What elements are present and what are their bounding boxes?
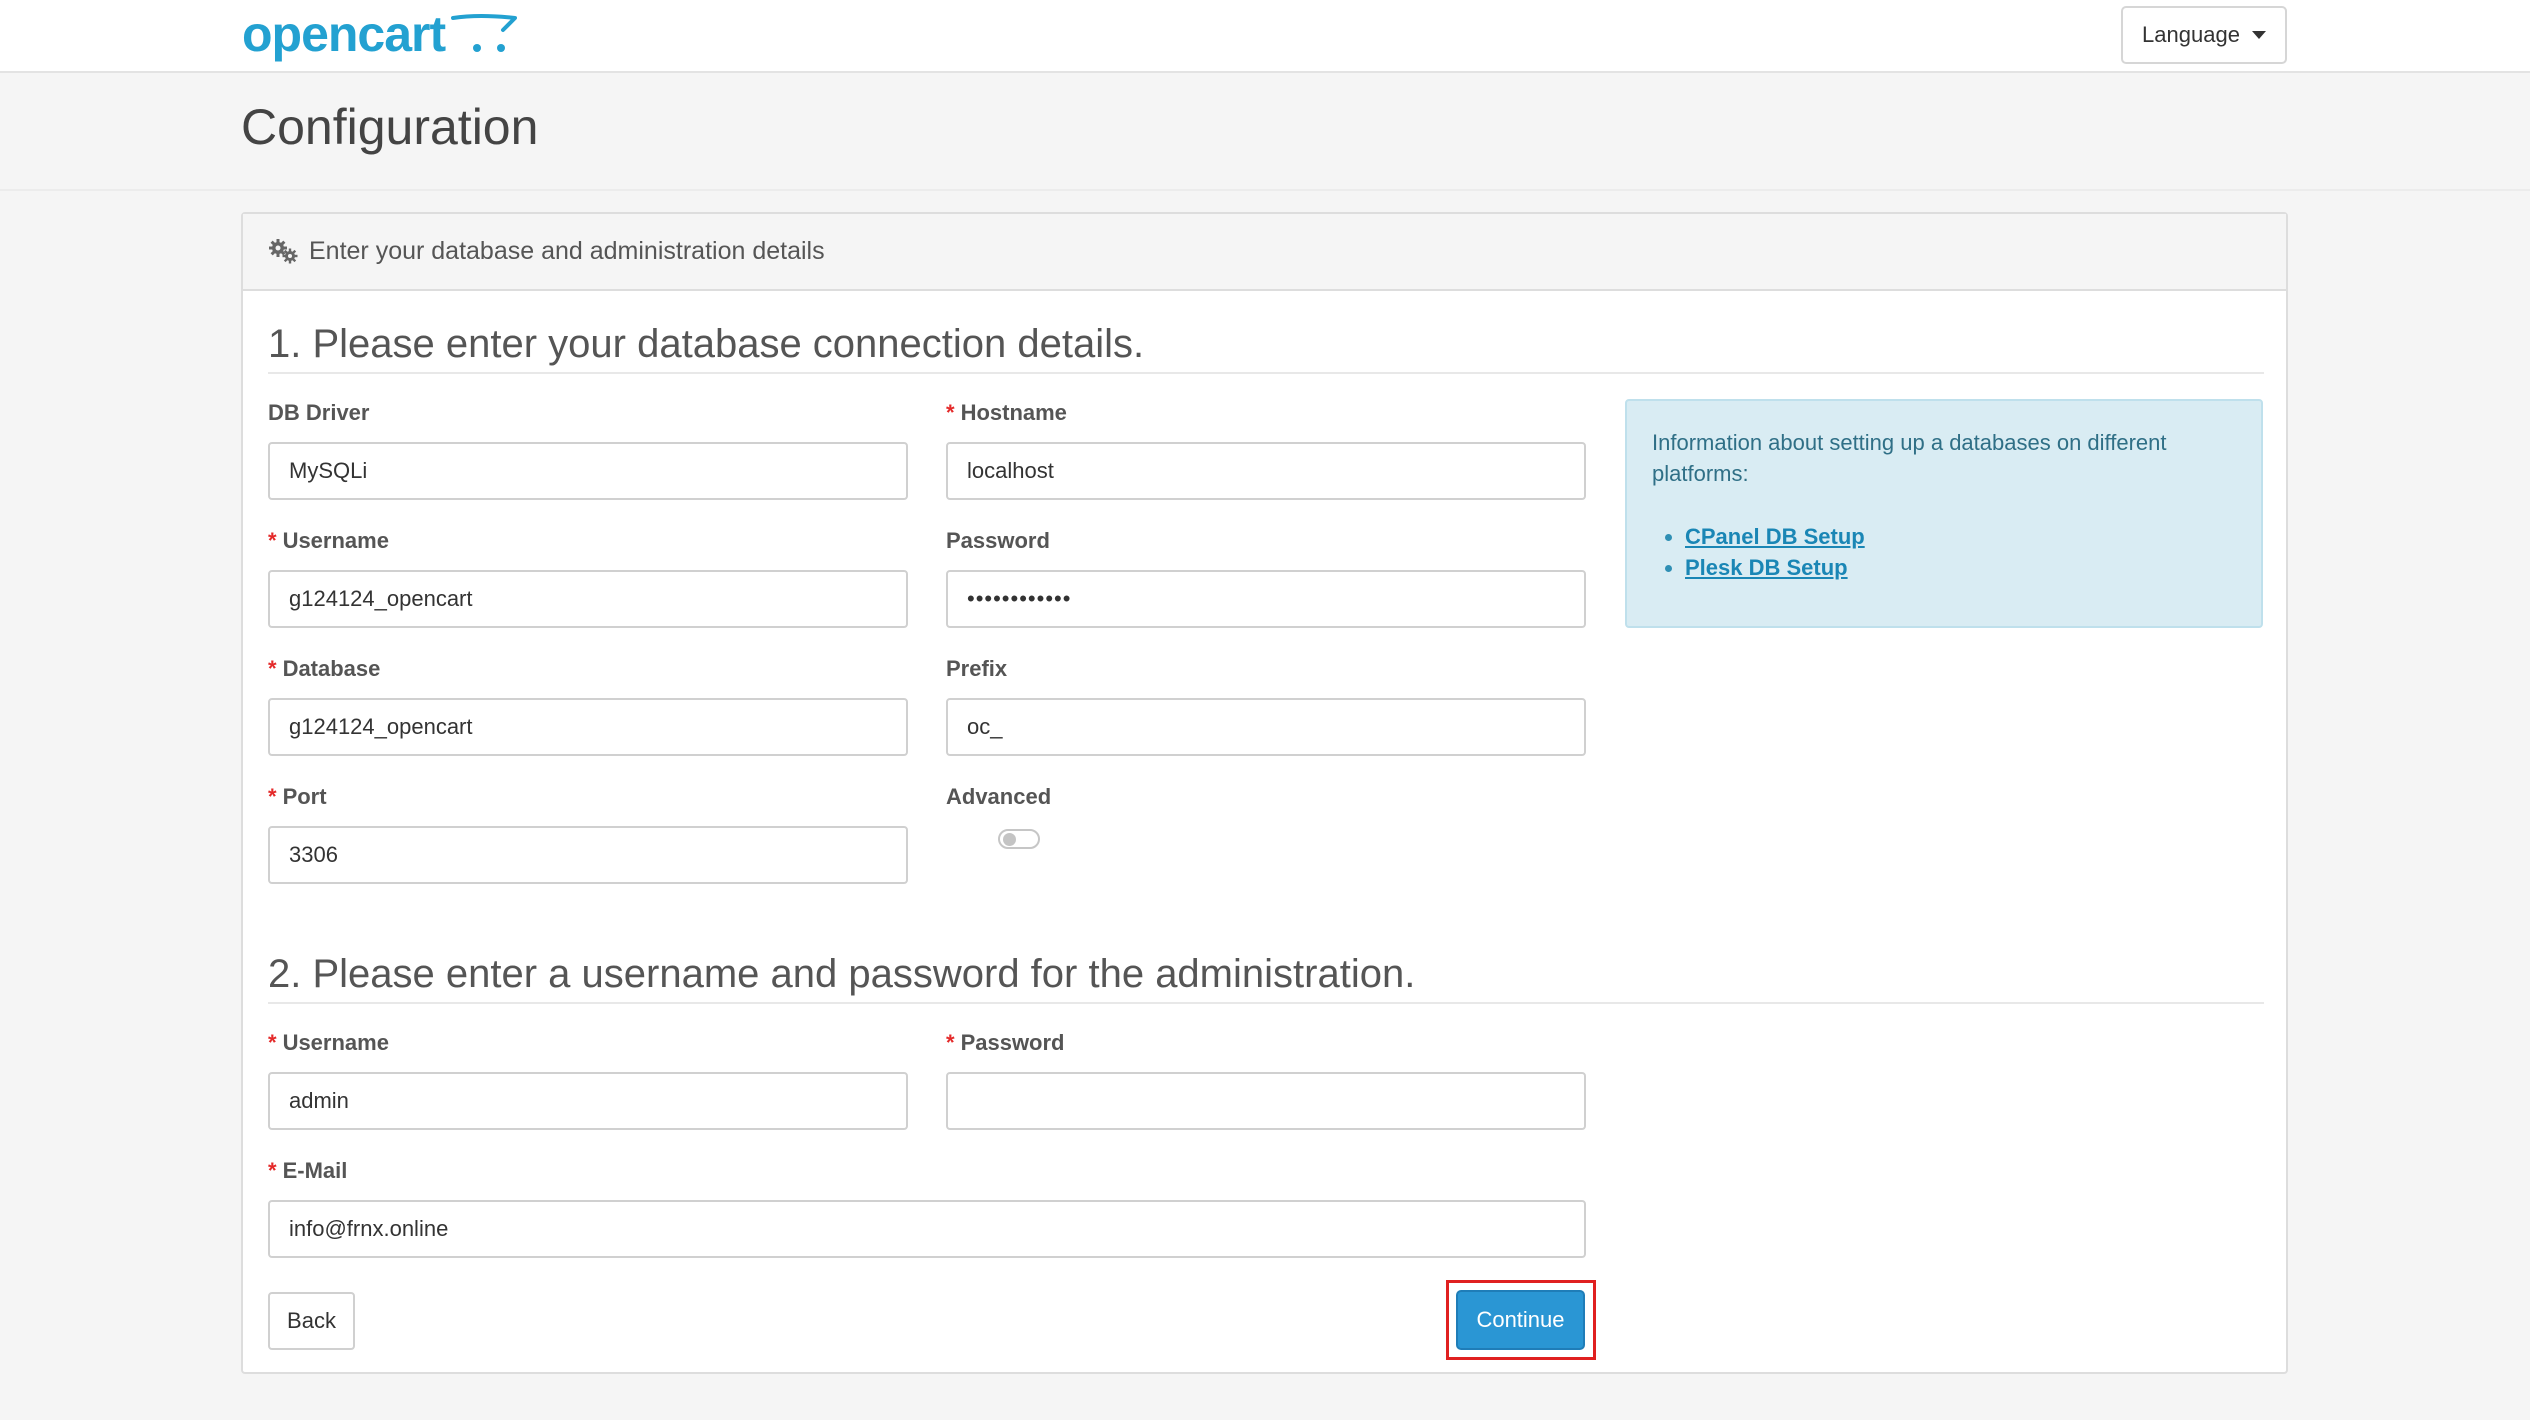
gears-icon [269, 238, 298, 263]
db-username-input[interactable]: g124124_opencart [268, 570, 908, 628]
required-marker: * [268, 784, 277, 809]
page-header: Configuration [0, 73, 2530, 191]
required-marker: * [268, 528, 277, 553]
db-driver-label: DB Driver [268, 400, 370, 425]
hostname-label: * Hostname [946, 400, 1067, 425]
db-driver-select[interactable]: MySQLi [268, 442, 908, 500]
panel-heading: Enter your database and administration d… [243, 214, 2286, 291]
top-navbar: opencart Language [0, 0, 2530, 73]
admin-password-input[interactable] [946, 1072, 1586, 1130]
list-item: CPanel DB Setup [1665, 521, 1865, 552]
port-label: * Port [268, 784, 327, 809]
cpanel-db-setup-link[interactable]: CPanel DB Setup [1685, 524, 1865, 549]
caret-down-icon [2251, 31, 2266, 39]
prefix-input[interactable]: oc_ [946, 698, 1586, 756]
section-admin-title: 2. Please enter a username and password … [268, 952, 1416, 996]
advanced-toggle[interactable] [998, 829, 1040, 849]
email-input[interactable]: info@frnx.online [268, 1200, 1586, 1258]
database-input[interactable]: g124124_opencart [268, 698, 908, 756]
required-marker: * [946, 1030, 955, 1055]
plesk-db-setup-link[interactable]: Plesk DB Setup [1685, 555, 1848, 580]
admin-password-label: * Password [946, 1030, 1065, 1055]
db-password-label: Password [946, 528, 1050, 553]
divider [268, 372, 2264, 374]
logo-text: opencart [242, 6, 446, 62]
info-text: Information about setting up a databases… [1652, 430, 2167, 486]
database-label: * Database [268, 656, 381, 681]
admin-username-label: * Username [268, 1030, 389, 1055]
hostname-input[interactable]: localhost [946, 442, 1586, 500]
email-label: * E-Mail [268, 1158, 348, 1183]
toggle-knob [1003, 833, 1016, 846]
list-item: Plesk DB Setup [1665, 552, 1865, 583]
required-marker: * [268, 656, 277, 681]
divider [268, 1002, 2264, 1004]
section-db-title: 1. Please enter your database connection… [268, 322, 1145, 366]
port-input[interactable]: 3306 [268, 826, 908, 884]
db-username-label: * Username [268, 528, 389, 553]
admin-username-input[interactable]: admin [268, 1072, 908, 1130]
db-password-input[interactable]: •••••••••••• [946, 570, 1586, 628]
required-marker: * [268, 1158, 277, 1183]
language-label: Language [2142, 22, 2240, 47]
panel-heading-text: Enter your database and administration d… [309, 237, 825, 265]
configuration-panel: Enter your database and administration d… [241, 212, 2288, 1374]
back-button[interactable]: Back [268, 1292, 355, 1350]
page-title: Configuration [241, 99, 539, 155]
required-marker: * [946, 400, 955, 425]
info-links: CPanel DB Setup Plesk DB Setup [1665, 521, 1865, 583]
db-setup-info-box: Information about setting up a databases… [1625, 399, 2263, 628]
opencart-logo[interactable]: opencart [242, 4, 519, 64]
continue-button[interactable]: Continue [1456, 1290, 1585, 1350]
advanced-label: Advanced [946, 784, 1052, 809]
cart-icon [451, 14, 518, 52]
language-dropdown-button[interactable]: Language [2121, 6, 2287, 64]
prefix-label: Prefix [946, 656, 1008, 681]
required-marker: * [268, 1030, 277, 1055]
